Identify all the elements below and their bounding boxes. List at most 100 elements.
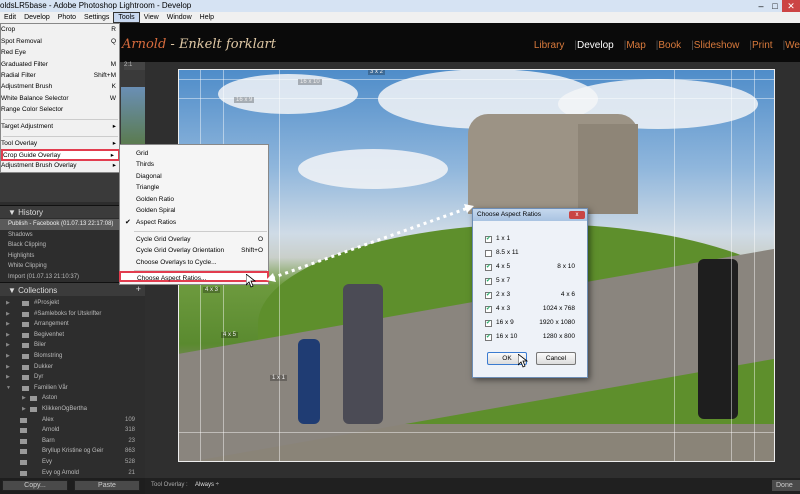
expand-triangle-icon[interactable]: ▶	[6, 362, 10, 373]
aspect-ratio-option[interactable]: ✔ 4 x 3 1024 x 768	[485, 303, 585, 315]
checkbox[interactable]: ✔	[485, 278, 492, 285]
menu-help[interactable]: Help	[196, 12, 218, 23]
menu-develop[interactable]: Develop	[20, 12, 54, 23]
collection-set[interactable]: ▶ #Prosjekt	[0, 298, 145, 309]
submenu-item-cycle-grid-overlay[interactable]: Cycle Grid Overlay O	[120, 234, 269, 245]
dotted-arrow-line	[271, 206, 469, 280]
module-map[interactable]: Map	[626, 40, 645, 51]
module-library[interactable]: Library	[524, 40, 565, 51]
expand-triangle-icon[interactable]: ▶	[6, 298, 10, 309]
collection-label: #Prosjekt	[34, 300, 60, 306]
menu-item-label: Diagonal	[136, 173, 162, 180]
menu-item-target-adjustment[interactable]: Target Adjustment ▸	[1, 122, 120, 132]
submenu-item-aspect-ratios[interactable]: ✔ Aspect Ratios	[120, 217, 269, 228]
expand-triangle-icon[interactable]: ▶	[6, 319, 10, 330]
menu-item-adjustment-brush-overlay[interactable]: Adjustment Brush Overlay ▸	[1, 161, 120, 171]
collection-set[interactable]: ▶ Arrangement	[0, 319, 145, 330]
expand-triangle-icon[interactable]: ▶	[22, 404, 26, 415]
module-develop[interactable]: Develop	[577, 40, 614, 51]
navigator-preview[interactable]	[121, 87, 145, 147]
collection-count: 21	[128, 469, 135, 476]
paste-settings-button[interactable]: Paste	[74, 480, 140, 491]
add-collection-button[interactable]: +	[136, 284, 141, 294]
submenu-item-diagonal[interactable]: Diagonal	[120, 171, 269, 182]
close-window-button[interactable]: ✕	[782, 0, 800, 12]
checkbox[interactable]: ✔	[485, 292, 492, 299]
tool-overlay-select[interactable]: Always ÷	[195, 482, 219, 488]
collection-set[interactable]: ▶ Dyr	[0, 372, 145, 383]
collection-item[interactable]: Evy og Arnold 21	[0, 468, 145, 479]
checkbox[interactable]: ✔	[485, 334, 492, 341]
menu-item-crop-guide-overlay[interactable]: Crop Guide Overlay ▸	[1, 149, 120, 161]
cancel-button[interactable]: Cancel	[536, 352, 576, 365]
menu-item-spot-removal[interactable]: Spot Removal Q	[1, 37, 120, 47]
tools-menu: Crop R Spot Removal Q Red Eye Graduated Fi…	[0, 23, 120, 173]
collection-set[interactable]: ▶ Blomstring	[0, 351, 145, 362]
collection-set[interactable]: ▶ Biler	[0, 340, 145, 351]
menu-item-red-eye[interactable]: Red Eye	[1, 48, 120, 58]
menu-item-white-balance-selector[interactable]: White Balance Selector W	[1, 94, 120, 104]
maximize-button[interactable]: □	[768, 0, 782, 12]
aspect-ratio-option[interactable]: ✔ 16 x 9 1920 x 1080	[485, 317, 585, 329]
menu-item-graduated-filter[interactable]: Graduated Filter M	[1, 60, 120, 70]
submenu-item-grid[interactable]: Grid	[120, 148, 269, 159]
option-label: 1 x 1	[496, 235, 511, 242]
menu-edit[interactable]: Edit	[0, 12, 20, 23]
collection-set[interactable]: ▶ Dukker	[0, 362, 145, 373]
module-print[interactable]: Print	[752, 40, 773, 51]
menu-item-radial-filter[interactable]: Radial Filter Shift+M	[1, 71, 120, 81]
copy-settings-button[interactable]: Copy...	[2, 480, 68, 491]
menu-photo[interactable]: Photo	[54, 12, 80, 23]
checkbox[interactable]: ✔	[485, 306, 492, 313]
expand-triangle-icon[interactable]: ▶	[6, 309, 10, 320]
checkbox[interactable]	[485, 250, 492, 257]
dialog-close-button[interactable]: x	[569, 211, 585, 219]
expand-triangle-icon[interactable]: ▶	[6, 372, 10, 383]
aspect-ratio-option[interactable]: ✔ 5 x 7	[485, 275, 585, 287]
collection-set[interactable]: ▶ Aston	[0, 393, 145, 404]
expand-triangle-icon[interactable]: ▶	[6, 330, 10, 341]
menu-tools[interactable]: Tools	[113, 12, 140, 23]
navigator-zoom[interactable]: 2:1	[124, 62, 145, 70]
aspect-ratio-option[interactable]: ✔ 2 x 3 4 x 6	[485, 289, 585, 301]
collection-set[interactable]: ▶ KlikkenOgBertha	[0, 404, 145, 415]
collection-set[interactable]: ▶ Begivenhet	[0, 330, 145, 341]
collection-item[interactable]: Arnold 318	[0, 425, 145, 436]
collection-item[interactable]: Bryllup Kristine og Geir 863	[0, 446, 145, 457]
collection-set[interactable]: ▼ Familien Vår	[0, 383, 145, 394]
menu-item-range-color-selector[interactable]: Range Color Selector	[1, 105, 120, 115]
submenu-item-triangle[interactable]: Triangle	[120, 182, 269, 193]
menu-item-crop[interactable]: Crop R	[1, 25, 120, 35]
menu-window[interactable]: Window	[163, 12, 196, 23]
submenu-item-thirds[interactable]: Thirds	[120, 159, 269, 170]
expand-triangle-icon[interactable]: ▶	[6, 340, 10, 351]
expand-triangle-icon[interactable]: ▼	[6, 383, 11, 394]
aspect-ratio-option[interactable]: ✔ 1 x 1	[485, 233, 585, 245]
expand-triangle-icon[interactable]: ▶	[22, 393, 26, 404]
module-web[interactable]: We	[785, 40, 800, 51]
option-label: 16 x 10	[496, 333, 518, 340]
aspect-ratio-option[interactable]: ✔ 4 x 5 8 x 10	[485, 261, 585, 273]
collection-item[interactable]: Evy 528	[0, 457, 145, 468]
menu-settings[interactable]: Settings	[80, 12, 113, 23]
minimize-button[interactable]: –	[754, 0, 768, 12]
checkbox[interactable]: ✔	[485, 236, 492, 243]
collection-item[interactable]: Barn 23	[0, 436, 145, 447]
menu-view[interactable]: View	[140, 12, 163, 23]
aspect-ratio-option[interactable]: ✔ 16 x 10 1280 x 800	[485, 331, 585, 343]
submenu-item-golden-ratio[interactable]: Golden Ratio	[120, 194, 269, 205]
aspect-ratio-option[interactable]: 8.5 x 11	[485, 247, 585, 259]
submenu-item-cycle-orientation[interactable]: Cycle Grid Overlay Orientation Shift+O	[120, 245, 269, 256]
module-slideshow[interactable]: Slideshow	[694, 40, 740, 51]
done-button[interactable]: Done	[772, 480, 800, 491]
checkbox[interactable]: ✔	[485, 264, 492, 271]
collection-set[interactable]: ▶ #Samleboks for Utskrifter	[0, 309, 145, 320]
module-book[interactable]: Book	[658, 40, 681, 51]
menu-item-tool-overlay[interactable]: Tool Overlay ▸	[1, 139, 120, 149]
menu-item-adjustment-brush[interactable]: Adjustment Brush K	[1, 82, 120, 92]
expand-triangle-icon[interactable]: ▶	[6, 351, 10, 362]
checkbox[interactable]: ✔	[485, 320, 492, 327]
submenu-item-golden-spiral[interactable]: Golden Spiral	[120, 205, 269, 216]
collection-item[interactable]: Alex 109	[0, 415, 145, 426]
submenu-item-choose-overlays[interactable]: Choose Overlays to Cycle...	[120, 257, 269, 268]
